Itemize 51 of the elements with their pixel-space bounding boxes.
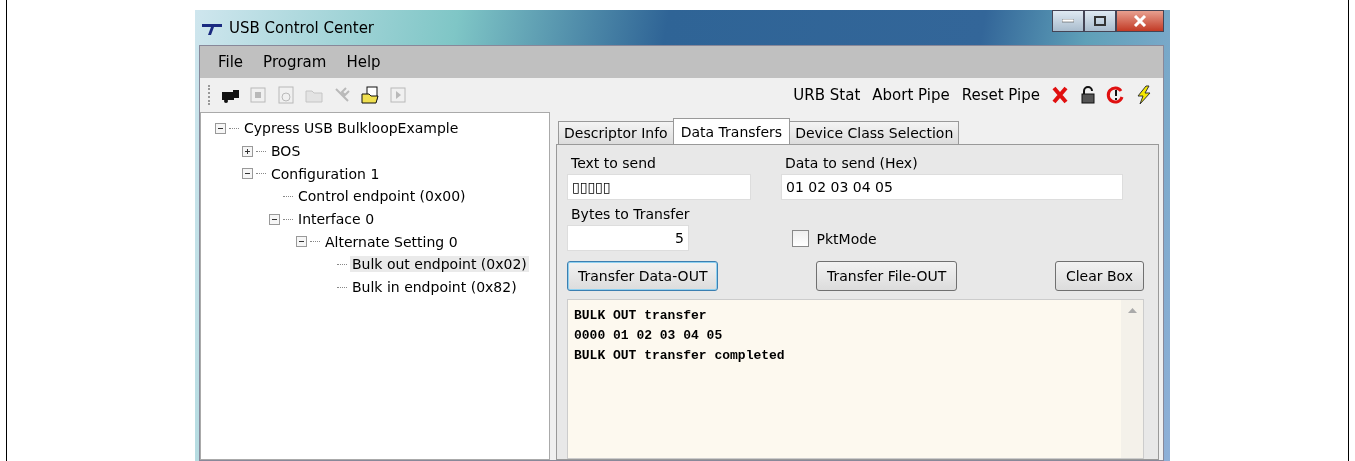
cross-icon — [1050, 85, 1070, 105]
tab[interactable]: Data Transfers — [672, 118, 791, 144]
stop-icon — [248, 85, 268, 105]
tree-item[interactable]: Bulk out endpoint (0x02) — [350, 256, 529, 273]
window-title: USB Control Center — [229, 18, 375, 37]
checkbox[interactable] — [791, 230, 809, 247]
menu-item[interactable]: Help — [338, 51, 389, 73]
tab[interactable]: Descriptor Info — [558, 121, 674, 144]
maximize-icon — [1094, 16, 1106, 26]
maximize-button[interactable] — [1084, 10, 1116, 32]
field-label: Data to send (Hex) — [785, 155, 918, 171]
action-button[interactable]: Transfer Data-OUT — [567, 261, 719, 291]
file-icon — [360, 85, 380, 105]
play-icon — [388, 85, 408, 105]
collapse-icon[interactable] — [296, 236, 307, 248]
toolbar-action[interactable]: Abort Pipe — [869, 86, 953, 104]
clock-icon — [276, 85, 296, 105]
log-line: BULK OUT transfer completed — [574, 347, 786, 365]
action-button[interactable]: Clear Box — [1054, 261, 1144, 291]
menu-item[interactable]: File — [210, 51, 252, 73]
expand-icon[interactable] — [242, 145, 253, 157]
tree-item[interactable]: BOS — [269, 143, 303, 160]
tree-item[interactable]: Interface 0 — [296, 211, 377, 228]
toolbar-action[interactable]: URB Stat — [790, 86, 864, 104]
field-label: Text to send — [571, 155, 656, 171]
tree-item[interactable]: Cypress USB BulkloopExample — [242, 120, 461, 137]
hex-input-field[interactable]: 01 02 03 04 05 — [781, 174, 1123, 200]
text-input-field[interactable]: ▯▯▯▯▯ — [567, 174, 751, 200]
menu-item[interactable]: Program — [255, 51, 335, 73]
minimize-icon — [1062, 19, 1074, 23]
field-label: Bytes to Transfer — [571, 206, 690, 222]
tree-item[interactable]: Bulk in endpoint (0x82) — [350, 279, 519, 296]
checkbox-label: PktMode — [816, 230, 877, 247]
collapse-icon[interactable] — [215, 122, 226, 134]
toolbar-action[interactable]: Reset Pipe — [958, 86, 1043, 104]
tree-item[interactable]: Control endpoint (0x00) — [296, 188, 468, 205]
collapse-icon[interactable] — [242, 168, 253, 180]
tree-item[interactable]: Alternate Setting 0 — [323, 233, 460, 250]
collapse-icon[interactable] — [269, 213, 280, 225]
bolt-icon — [1134, 85, 1154, 105]
log-line: 0000 01 02 03 04 05 — [574, 327, 724, 345]
lock-icon — [1078, 85, 1098, 105]
minimize-button[interactable] — [1052, 10, 1084, 32]
tab[interactable]: Device Class Selection — [789, 121, 960, 144]
tree-item[interactable]: Configuration 1 — [269, 165, 382, 182]
action-button[interactable]: Transfer File-OUT — [815, 261, 958, 291]
refresh-icon — [1106, 85, 1126, 105]
log-line: BULK OUT transfer — [574, 307, 708, 325]
close-icon — [1133, 15, 1147, 27]
close-button[interactable] — [1116, 10, 1164, 32]
bytes-input-field[interactable]: 5 — [567, 225, 689, 251]
